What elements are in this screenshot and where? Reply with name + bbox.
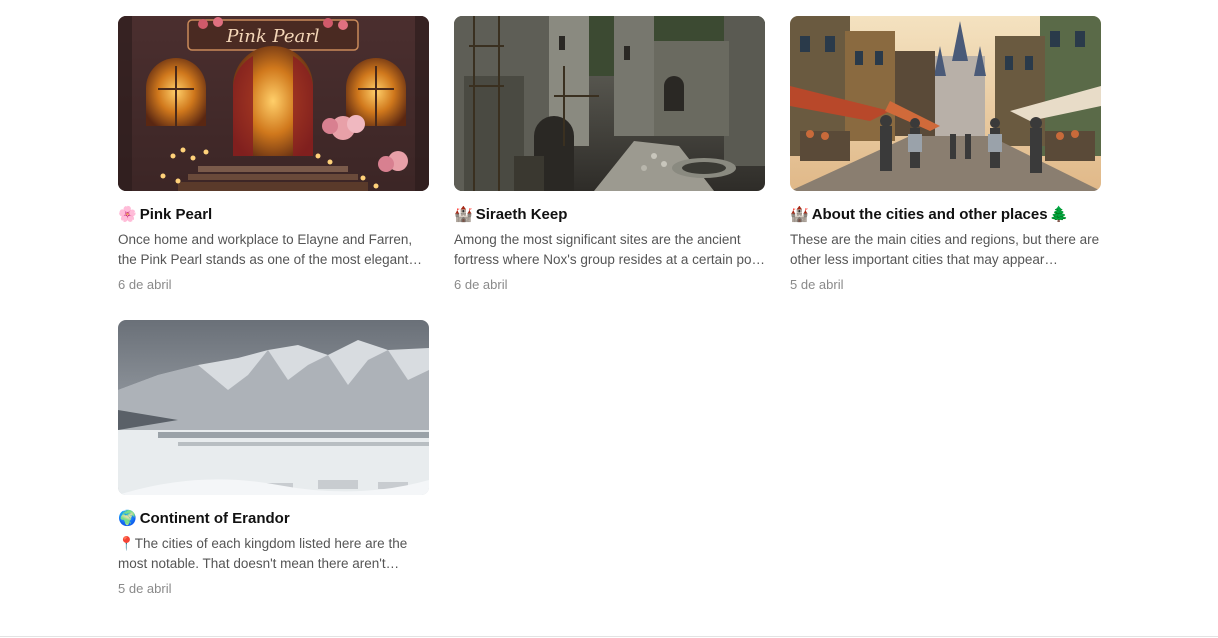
- post-date: 6 de abril: [118, 277, 172, 292]
- snowy-mountains-image: [118, 320, 429, 495]
- post-date: 5 de abril: [790, 277, 844, 292]
- post-thumbnail[interactable]: [118, 320, 429, 495]
- globe-icon: 🌍: [118, 508, 137, 527]
- siraeth-keep-image: [454, 16, 765, 191]
- post-thumbnail[interactable]: Pink Pearl: [118, 16, 429, 191]
- post-excerpt: These are the main cities and regions, b…: [790, 232, 1100, 267]
- post-date: 6 de abril: [454, 277, 508, 292]
- post-title-text[interactable]: Continent of Erandor: [140, 510, 290, 527]
- castle-icon: 🏰: [454, 204, 473, 223]
- post-title[interactable]: 🌸 Pink Pearl: [118, 203, 430, 225]
- post-title[interactable]: 🏰 Siraeth Keep: [454, 203, 766, 225]
- post-date: 5 de abril: [118, 581, 172, 596]
- castle-icon: 🏰: [790, 204, 809, 223]
- bottom-divider: [0, 636, 1218, 637]
- post-excerpt: 📍The cities of each kingdom listed here …: [118, 536, 408, 571]
- post-thumbnail[interactable]: [790, 16, 1101, 191]
- post-title[interactable]: 🌍 Continent of Erandor: [118, 507, 430, 529]
- post-title-text[interactable]: About the cities and other places: [812, 206, 1048, 223]
- post-card[interactable]: Pink Pearl 🌸 Pink Pearl Once home and wo…: [118, 16, 430, 292]
- post-card[interactable]: 🌍 Continent of Erandor 📍The cities of ea…: [118, 320, 430, 596]
- post-excerpt: Among the most significant sites are the…: [454, 232, 766, 267]
- post-title-text[interactable]: Siraeth Keep: [476, 206, 568, 223]
- post-thumbnail[interactable]: [454, 16, 765, 191]
- post-title-text[interactable]: Pink Pearl: [140, 206, 213, 223]
- evergreen-tree-icon: 🌲: [1049, 204, 1069, 223]
- cherry-blossom-icon: 🌸: [118, 204, 137, 223]
- medieval-market-image: [790, 16, 1101, 191]
- pink-pearl-sign-text: Pink Pearl: [225, 26, 319, 47]
- post-excerpt: Once home and workplace to Elayne and Fa…: [118, 232, 413, 267]
- post-card[interactable]: 🏰 About the cities and other places 🌲 Th…: [790, 16, 1102, 292]
- pink-pearl-image: Pink Pearl: [118, 16, 429, 191]
- post-card[interactable]: 🏰 Siraeth Keep Among the most significan…: [454, 16, 766, 292]
- post-title[interactable]: 🏰 About the cities and other places 🌲: [790, 203, 1102, 225]
